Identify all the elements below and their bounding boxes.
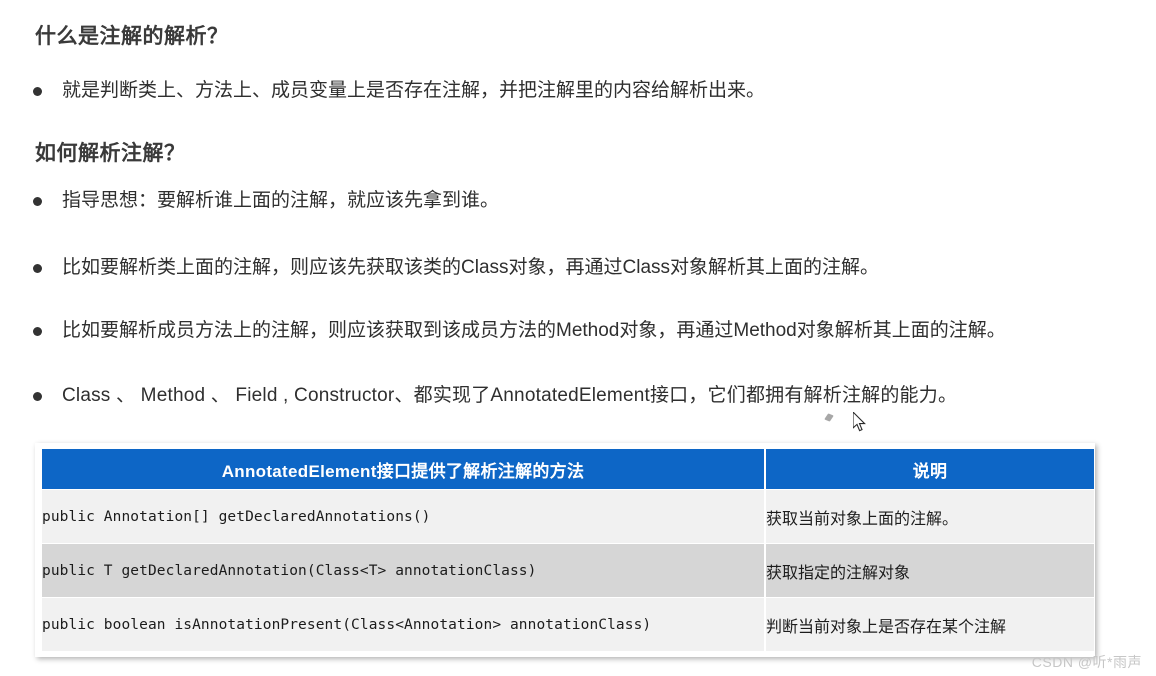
bullet-dot-icon (33, 327, 42, 336)
cell-method-signature: public T getDeclaredAnnotation(Class<T> … (42, 544, 764, 597)
list-item-text: 比如要解析成员方法上的注解，则应该获取到该成员方法的Method对象，再通过Me… (62, 320, 1006, 341)
list-item-text: 指导思想：要解析谁上面的注解，就应该先拿到谁。 (62, 190, 500, 211)
cell-method-description: 获取当前对象上面的注解。 (766, 490, 1094, 543)
cell-method-signature: public Annotation[] getDeclaredAnnotatio… (42, 490, 764, 543)
cell-method-description: 获取指定的注解对象 (766, 544, 1094, 597)
list-item-text: 比如要解析类上面的注解，则应该先获取该类的Class对象，再通过Class对象解… (62, 257, 880, 278)
bullet-dot-icon (33, 392, 42, 401)
watermark: CSDN @听*雨声 (1031, 654, 1142, 670)
list-item: 指导思想：要解析谁上面的注解，就应该先拿到谁。 (33, 188, 499, 214)
cell-method-signature: public boolean isAnnotationPresent(Class… (42, 598, 764, 651)
bullet-dot-icon (33, 264, 42, 273)
section-title: 如何解析注解？ (35, 142, 186, 165)
list-item-text: 就是判断类上、方法上、成员变量上是否存在注解，并把注解里的内容给解析出来。 (62, 80, 766, 101)
stray-mark-icon (824, 413, 834, 422)
column-header-signature: AnnotatedElement接口提供了解析注解的方法 (42, 449, 764, 489)
list-item: 就是判断类上、方法上、成员变量上是否存在注解，并把注解里的内容给解析出来。 (33, 78, 765, 104)
methods-table: AnnotatedElement接口提供了解析注解的方法 说明 public A… (40, 448, 1096, 652)
table-row: public Annotation[] getDeclaredAnnotatio… (42, 490, 1094, 543)
list-item: 比如要解析成员方法上的注解，则应该获取到该成员方法的Method对象，再通过Me… (33, 318, 1006, 344)
page-title: 什么是注解的解析？ (35, 25, 229, 48)
slide-page: 什么是注解的解析？ 就是判断类上、方法上、成员变量上是否存在注解，并把注解里的内… (0, 0, 1156, 676)
table-header-row: AnnotatedElement接口提供了解析注解的方法 说明 (42, 449, 1094, 489)
cell-method-description: 判断当前对象上是否存在某个注解 (766, 598, 1094, 651)
list-item: 比如要解析类上面的注解，则应该先获取该类的Class对象，再通过Class对象解… (33, 255, 879, 281)
table-row: public boolean isAnnotationPresent(Class… (42, 598, 1094, 651)
bullet-dot-icon (33, 197, 42, 206)
bullet-dot-icon (33, 87, 42, 96)
list-item-text: Class 、 Method 、 Field , Constructor、都实现… (62, 385, 958, 406)
list-item: Class 、 Method 、 Field , Constructor、都实现… (33, 383, 957, 409)
column-header-description: 说明 (766, 449, 1094, 489)
mouse-cursor-icon (853, 412, 866, 432)
table-row: public T getDeclaredAnnotation(Class<T> … (42, 544, 1094, 597)
methods-table-container: AnnotatedElement接口提供了解析注解的方法 说明 public A… (35, 443, 1095, 657)
